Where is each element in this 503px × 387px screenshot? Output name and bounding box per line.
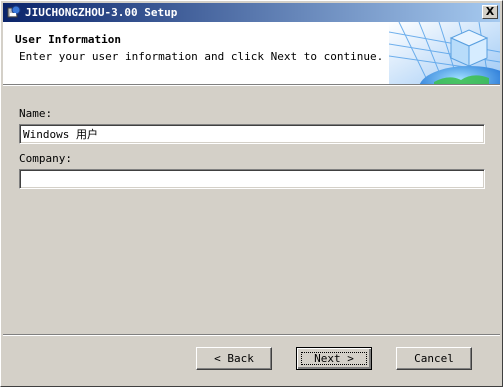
installer-icon (7, 5, 21, 18)
window-title: JIUCHONGZHOU-3.00 Setup (25, 6, 178, 19)
page-subtitle: Enter your user information and click Ne… (19, 50, 384, 63)
cancel-button[interactable]: Cancel (396, 347, 472, 370)
title-bar[interactable]: JIUCHONGZHOU-3.00 Setup X (3, 3, 500, 22)
name-field[interactable] (19, 124, 485, 144)
footer-separator (3, 334, 500, 336)
cancel-button-label: Cancel (414, 352, 454, 365)
close-button[interactable]: X (482, 5, 498, 19)
back-button[interactable]: < Back (196, 347, 272, 370)
company-label: Company: (19, 152, 72, 165)
next-button-label: Next > (314, 352, 354, 365)
name-label: Name: (19, 107, 53, 120)
name-input[interactable] (20, 125, 484, 143)
page-title: User Information (15, 33, 121, 46)
setup-window: JIUCHONGZHOU-3.00 Setup X User Informati… (0, 0, 503, 387)
cube-globe-graphic (389, 22, 500, 84)
next-button[interactable]: Next > (296, 347, 372, 370)
back-button-label: < Back (214, 352, 254, 365)
company-input[interactable] (20, 170, 484, 188)
header-panel: User Information Enter your user informa… (3, 22, 500, 84)
header-separator (3, 84, 500, 86)
company-field[interactable] (19, 169, 485, 189)
